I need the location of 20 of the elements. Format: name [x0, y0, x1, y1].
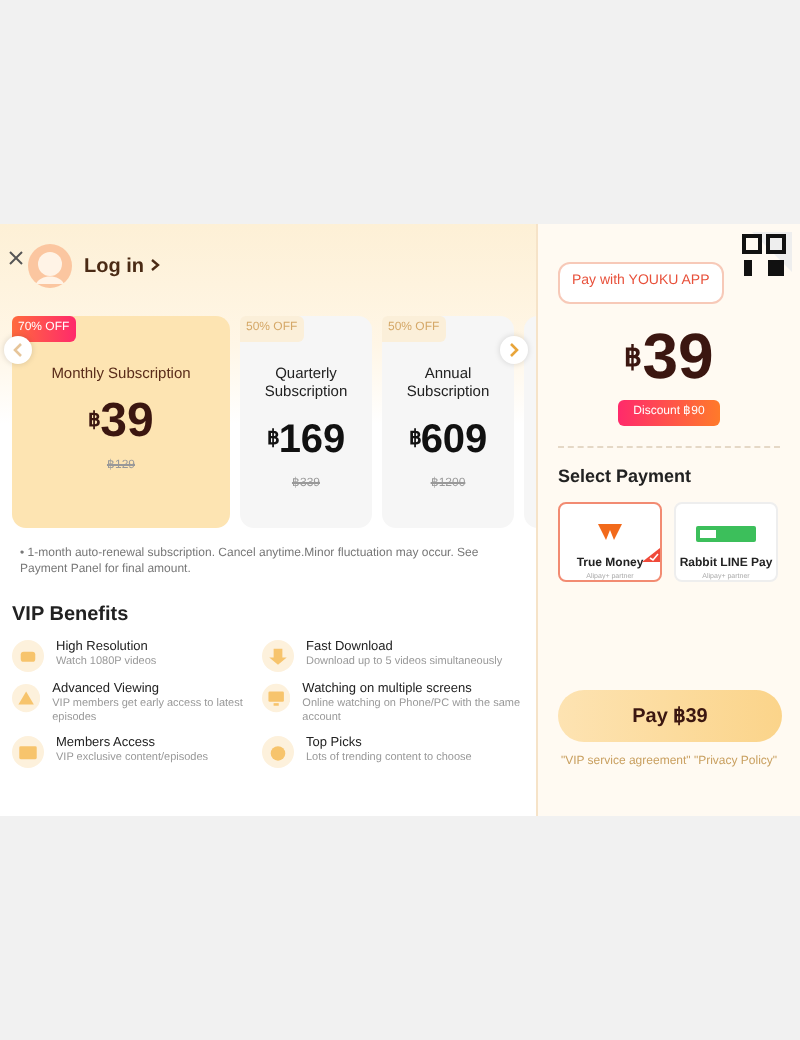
logo-icon — [596, 523, 624, 544]
chevron-icon — [149, 258, 160, 273]
avatar-icon — [28, 244, 72, 288]
blob-icon — [262, 736, 294, 768]
plan-price: ฿169 — [264, 416, 348, 464]
plan-price: ฿609 — [406, 416, 490, 464]
section-title: Select Payment — [558, 463, 694, 490]
badge-icon — [12, 640, 44, 672]
download-icon — [262, 640, 294, 672]
box-icon — [12, 736, 44, 768]
close-icon[interactable] — [8, 249, 24, 266]
monitor-icon — [262, 682, 291, 714]
pay-button[interactable]: Pay ฿39 — [558, 690, 782, 742]
section-title: VIP Benefits — [10, 602, 131, 630]
logo-icon — [696, 525, 756, 542]
check-icon — [642, 548, 660, 563]
login-link[interactable]: Log in — [84, 251, 160, 281]
plan-price: ฿39 — [86, 398, 156, 446]
tent-icon — [12, 682, 41, 714]
total-price: ฿39 — [622, 319, 716, 391]
